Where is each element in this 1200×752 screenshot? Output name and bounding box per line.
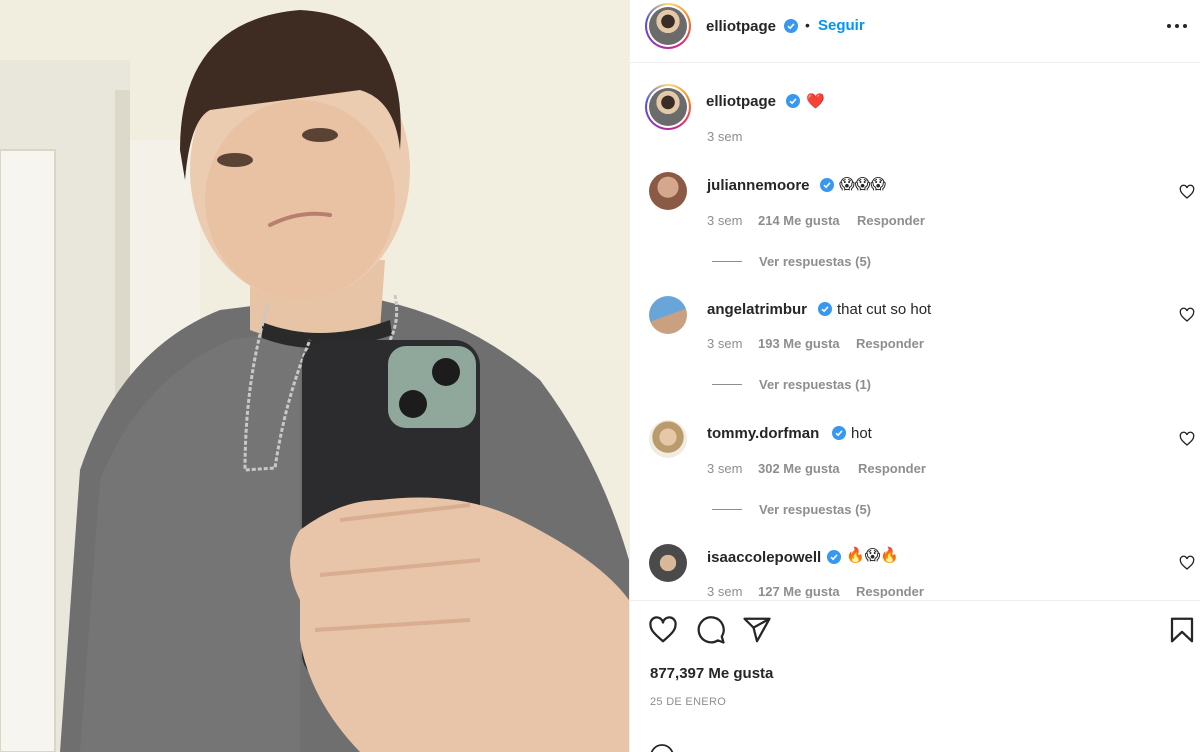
comment-time[interactable]: 3 sem xyxy=(707,336,742,351)
caption-text: ❤️ xyxy=(806,93,825,110)
commenter-username[interactable]: juliannemoore xyxy=(707,177,810,194)
caption-username[interactable]: elliotpage xyxy=(706,93,776,110)
post-header: elliotpage • Seguir xyxy=(630,0,1200,63)
replies-divider xyxy=(712,509,742,510)
replies-divider xyxy=(712,261,742,262)
reply-button[interactable]: Responder xyxy=(858,461,926,476)
view-replies-button[interactable]: Ver respuestas (5) xyxy=(759,254,871,269)
emoji-icon[interactable] xyxy=(648,742,676,752)
comment-icon[interactable] xyxy=(696,615,726,645)
commenter-avatar[interactable] xyxy=(649,544,687,582)
view-replies-button[interactable]: Ver respuestas (5) xyxy=(759,502,871,517)
comment-text: hot xyxy=(851,425,872,442)
follow-button[interactable]: Seguir xyxy=(818,17,865,34)
comment-likes[interactable]: 193 Me gusta xyxy=(758,336,840,351)
post-details-panel: elliotpage • Seguir elliotpage ❤️ 3 sem xyxy=(629,0,1200,752)
replies-divider xyxy=(712,384,742,385)
commenter-avatar[interactable] xyxy=(649,296,687,334)
comment-like-heart-icon[interactable] xyxy=(1179,431,1195,447)
caption-time[interactable]: 3 sem xyxy=(707,129,742,144)
bookmark-icon[interactable] xyxy=(1167,615,1197,645)
post-photo xyxy=(0,0,629,752)
comment-text: that cut so hot xyxy=(837,301,932,318)
comment-text: 🔥😱🔥 xyxy=(846,547,899,564)
comments-list[interactable]: elliotpage ❤️ 3 sem juliannemoore 😱😱😱 3 … xyxy=(630,64,1200,598)
caption-author-avatar[interactable] xyxy=(645,84,691,130)
verified-badge-icon xyxy=(784,19,798,33)
verified-badge-icon xyxy=(786,94,800,108)
comment-likes[interactable]: 302 Me gusta xyxy=(758,461,840,476)
post-date[interactable]: 25 DE ENERO xyxy=(650,696,726,708)
comment-like-heart-icon[interactable] xyxy=(1179,555,1195,571)
comment-likes[interactable]: 214 Me gusta xyxy=(758,213,840,228)
commenter-avatar[interactable] xyxy=(649,172,687,210)
comment-time[interactable]: 3 sem xyxy=(707,461,742,476)
comment-like-heart-icon[interactable] xyxy=(1179,307,1195,323)
comment-likes[interactable]: 127 Me gusta xyxy=(758,584,840,598)
verified-badge-icon xyxy=(827,550,841,564)
comment-text: 😱😱😱 xyxy=(839,176,886,193)
share-icon[interactable] xyxy=(742,615,772,645)
commenter-username[interactable]: angelatrimbur xyxy=(707,301,807,318)
comment-time[interactable]: 3 sem xyxy=(707,213,742,228)
verified-badge-icon xyxy=(832,426,846,440)
view-replies-button[interactable]: Ver respuestas (1) xyxy=(759,377,871,392)
author-avatar[interactable] xyxy=(645,3,691,49)
more-options-icon[interactable] xyxy=(1165,18,1189,34)
verified-badge-icon xyxy=(818,302,832,316)
author-username[interactable]: elliotpage xyxy=(706,18,776,35)
reply-button[interactable]: Responder xyxy=(857,213,925,228)
likes-count[interactable]: 877,397 Me gusta xyxy=(650,665,773,682)
commenter-username[interactable]: tommy.dorfman xyxy=(707,425,819,442)
verified-badge-icon xyxy=(820,178,834,192)
reply-button[interactable]: Responder xyxy=(856,584,924,598)
heart-icon[interactable] xyxy=(648,615,678,645)
separator-dot: • xyxy=(805,17,810,33)
comment-time[interactable]: 3 sem xyxy=(707,584,742,598)
commenter-avatar[interactable] xyxy=(649,420,687,458)
comment-like-heart-icon[interactable] xyxy=(1179,184,1195,200)
post-actions: 877,397 Me gusta 25 DE ENERO xyxy=(630,600,1200,752)
selfie-image xyxy=(0,0,629,752)
commenter-username[interactable]: isaaccolepowell xyxy=(707,549,821,566)
reply-button[interactable]: Responder xyxy=(856,336,924,351)
